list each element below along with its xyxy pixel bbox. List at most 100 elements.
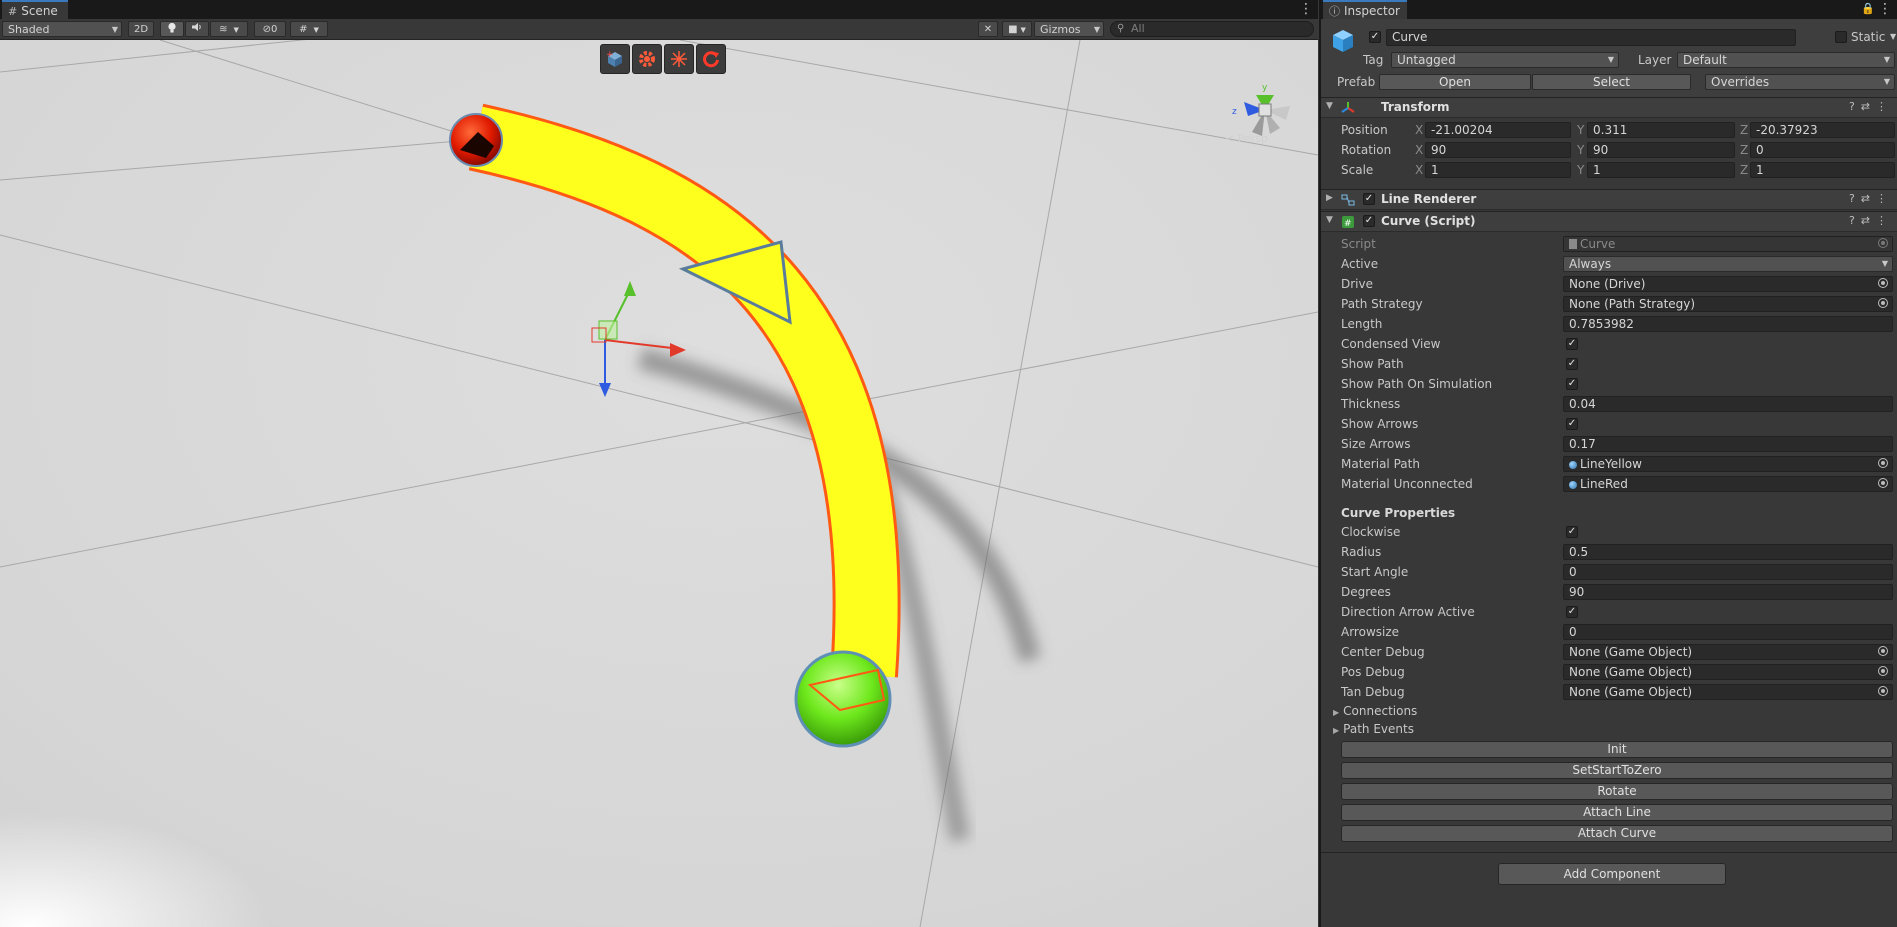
thickness-field[interactable]: 0.04 [1563, 396, 1893, 412]
center-debug-field[interactable]: None (Game Object) [1563, 644, 1893, 660]
rotate-button[interactable]: Rotate [1341, 783, 1893, 800]
section-divider [1321, 852, 1897, 853]
curve-script-enabled-checkbox[interactable]: ✓ [1363, 215, 1375, 227]
show-path-checkbox[interactable]: ✓ [1566, 358, 1578, 370]
connections-foldout[interactable]: ▶ Connections [1333, 704, 1417, 718]
curve-script-header[interactable]: ▼ # ✓ Curve (Script) ?⇄⋮ [1321, 211, 1897, 232]
active-dropdown[interactable]: Always ▼ [1563, 256, 1893, 272]
rot-x-axis: X [1415, 143, 1424, 157]
audio-toggle-icon[interactable] [185, 21, 209, 37]
component-tools[interactable]: ?⇄⋮ [1849, 192, 1893, 205]
material-path-field[interactable]: LineYellow [1563, 456, 1893, 472]
gameobject-name-field[interactable]: Curve [1386, 29, 1796, 46]
gizmo-plane-handle[interactable] [598, 320, 618, 340]
inspector-more-menu-icon[interactable]: ⋮ [1878, 2, 1892, 18]
static-checkbox[interactable] [1835, 31, 1847, 43]
tab-inspector[interactable]: ⓘ Inspector [1323, 0, 1407, 19]
scale-x-field[interactable]: 1 [1425, 162, 1571, 178]
component-tools[interactable]: ?⇄⋮ [1849, 214, 1893, 227]
degrees-field[interactable]: 90 [1563, 584, 1893, 600]
attach-curve-button[interactable]: Attach Curve [1341, 825, 1893, 842]
rotation-y-field[interactable]: 90 [1587, 142, 1735, 158]
pos-debug-label: Pos Debug [1341, 665, 1405, 679]
condensed-view-checkbox[interactable]: ✓ [1566, 338, 1578, 350]
hidden-objects-toggle[interactable]: ⊘0 [254, 21, 286, 37]
rotation-x-field[interactable]: 90 [1425, 142, 1571, 158]
show-path-on-simulation-row: Show Path On Simulation ✓ [1321, 375, 1897, 393]
prefab-select-button[interactable]: Select [1532, 74, 1691, 90]
position-z-field[interactable]: -20.37923 [1750, 122, 1895, 138]
path-events-foldout[interactable]: ▶ Path Events [1333, 722, 1414, 736]
object-picker-icon[interactable] [1878, 686, 1888, 696]
material-unconnected-field[interactable]: LineRed [1563, 476, 1893, 492]
effects-dropdown[interactable]: ≋ ▼ [210, 21, 248, 37]
radius-field[interactable]: 0.5 [1563, 544, 1893, 560]
size-arrows-field[interactable]: 0.17 [1563, 436, 1893, 452]
object-picker-icon[interactable] [1878, 278, 1888, 288]
lock-icon[interactable]: 🔒 [1861, 2, 1875, 18]
line-renderer-enabled-checkbox[interactable]: ✓ [1363, 193, 1375, 205]
object-picker-icon[interactable] [1878, 646, 1888, 656]
shading-mode-dropdown[interactable]: Shaded ▼ [2, 21, 122, 37]
set-start-to-zero-button[interactable]: SetStartToZero [1341, 762, 1893, 779]
rotation-z-field[interactable]: 0 [1750, 142, 1895, 158]
object-picker-icon[interactable] [1878, 478, 1888, 488]
scale-z-axis: Z [1740, 163, 1749, 177]
scale-y-field[interactable]: 1 [1587, 162, 1735, 178]
object-picker-icon[interactable] [1878, 298, 1888, 308]
toggle-2d-button[interactable]: 2D [128, 21, 154, 37]
length-field[interactable]: 0.7853982 [1563, 316, 1893, 332]
sparkle-tool-icon[interactable] [664, 44, 694, 74]
path-strategy-value: None (Path Strategy) [1569, 297, 1696, 311]
show-arrows-checkbox[interactable]: ✓ [1566, 418, 1578, 430]
gameobject-cube-icon[interactable] [1329, 27, 1357, 55]
scene-canvas[interactable]: y z [0, 40, 1318, 927]
rotate-tool-icon[interactable] [696, 44, 726, 74]
line-renderer-header[interactable]: ▶ ✓ Line Renderer ?⇄⋮ [1321, 189, 1897, 210]
drive-field[interactable]: None (Drive) [1563, 276, 1893, 292]
scale-z-field[interactable]: 1 [1750, 162, 1895, 178]
component-tools[interactable]: ?⇄⋮ [1849, 100, 1893, 113]
position-x-field[interactable]: -21.00204 [1425, 122, 1571, 138]
tag-dropdown[interactable]: Untagged ▼ [1391, 52, 1619, 68]
tools-settings-icon[interactable]: ✕ [978, 21, 998, 37]
lighting-toggle-icon[interactable] [160, 21, 184, 37]
clockwise-checkbox[interactable]: ✓ [1566, 526, 1578, 538]
projection-label[interactable]: < Persp [1225, 132, 1268, 145]
scene-viewport[interactable]: y z + < Persp [0, 40, 1318, 927]
attach-line-button[interactable]: Attach Line [1341, 804, 1893, 821]
init-button[interactable]: Init [1341, 741, 1893, 758]
direction-arrow-active-label: Direction Arrow Active [1341, 605, 1475, 619]
show-path-on-simulation-checkbox[interactable]: ✓ [1566, 378, 1578, 390]
end-sphere[interactable] [794, 650, 892, 748]
scene-search-input[interactable]: ⚲ All [1110, 21, 1314, 37]
direction-arrow-active-checkbox[interactable]: ✓ [1566, 606, 1578, 618]
gameobject-active-checkbox[interactable]: ✓ [1369, 31, 1381, 43]
prefab-open-button[interactable]: Open [1379, 74, 1531, 90]
prefab-overrides-dropdown[interactable]: Overrides ▼ [1705, 74, 1895, 90]
position-y-field[interactable]: 0.311 [1587, 122, 1735, 138]
foldout-arrow-icon[interactable]: ▼ [1326, 215, 1333, 225]
object-picker-icon[interactable] [1878, 458, 1888, 468]
scene-more-menu-icon[interactable]: ⋮ [1299, 2, 1313, 18]
grid-snapping-dropdown[interactable]: # ▼ [290, 21, 328, 37]
pos-debug-field[interactable]: None (Game Object) [1563, 664, 1893, 680]
add-cube-tool-icon[interactable]: + [600, 44, 630, 74]
start-angle-field[interactable]: 0 [1563, 564, 1893, 580]
camera-dropdown[interactable]: ■ ▼ [1002, 21, 1032, 37]
gizmos-dropdown[interactable]: Gizmos ▼ [1034, 21, 1104, 37]
path-strategy-field[interactable]: None (Path Strategy) [1563, 296, 1893, 312]
material-path-label: Material Path [1341, 457, 1420, 471]
chevron-down-icon[interactable]: ▼ [1890, 29, 1896, 45]
foldout-arrow-icon[interactable]: ▼ [1326, 101, 1333, 111]
transform-header[interactable]: ▼ Transform ?⇄⋮ [1321, 97, 1897, 118]
gear-tool-icon[interactable] [632, 44, 662, 74]
arrowsize-field[interactable]: 0 [1563, 624, 1893, 640]
tan-debug-field[interactable]: None (Game Object) [1563, 684, 1893, 700]
layer-dropdown[interactable]: Default ▼ [1677, 52, 1895, 68]
add-component-button[interactable]: Add Component [1498, 863, 1726, 885]
object-picker-icon[interactable] [1878, 666, 1888, 676]
tab-scene[interactable]: # Scene [2, 0, 68, 19]
path-strategy-row: Path Strategy None (Path Strategy) [1321, 295, 1897, 313]
foldout-arrow-icon[interactable]: ▶ [1326, 193, 1333, 203]
